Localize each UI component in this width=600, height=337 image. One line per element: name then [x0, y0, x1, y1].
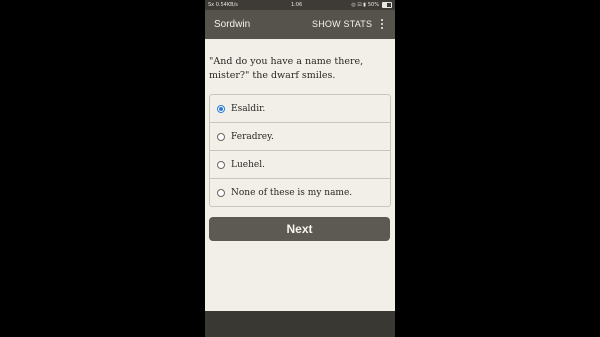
status-indicators: ◎ ⊡ ▮ 50% [351, 0, 392, 10]
choice-label: Feradrey. [231, 131, 274, 142]
choice-label: Esaldir. [231, 103, 266, 114]
choice-option[interactable]: Esaldir. [210, 95, 390, 123]
radio-selected-icon[interactable] [217, 104, 225, 113]
choice-option[interactable]: None of these is my name. [210, 179, 390, 206]
network-speed: Sx 0.54KB/s [208, 2, 238, 8]
phone-screen: Sx 0.54KB/s 1:06 ◎ ⊡ ▮ 50% Sordwin SHOW … [205, 0, 395, 337]
next-button[interactable]: Next [209, 217, 390, 241]
battery-percent: 50% [367, 2, 379, 8]
app-bar: Sordwin SHOW STATS [205, 10, 395, 39]
radio-icon[interactable] [217, 188, 225, 197]
app-title: Sordwin [214, 19, 251, 30]
overflow-menu-icon[interactable] [379, 19, 385, 31]
choice-option[interactable]: Feradrey. [210, 123, 390, 151]
navigation-bar [205, 311, 395, 337]
status-time: 1:06 [291, 2, 303, 8]
choice-list: Esaldir. Feradrey. Luehel. None of these… [209, 94, 391, 207]
choice-option[interactable]: Luehel. [210, 151, 390, 179]
signal-icons: ◎ ⊡ ▮ [351, 2, 366, 8]
choice-label: None of these is my name. [231, 187, 353, 198]
radio-icon[interactable] [217, 132, 225, 141]
show-stats-button[interactable]: SHOW STATS [312, 10, 372, 39]
story-prompt: "And do you have a name there, mister?" … [209, 56, 364, 81]
radio-icon[interactable] [217, 160, 225, 169]
battery-icon [382, 2, 392, 8]
choice-label: Luehel. [231, 159, 265, 170]
status-bar: Sx 0.54KB/s 1:06 ◎ ⊡ ▮ 50% [205, 0, 395, 10]
